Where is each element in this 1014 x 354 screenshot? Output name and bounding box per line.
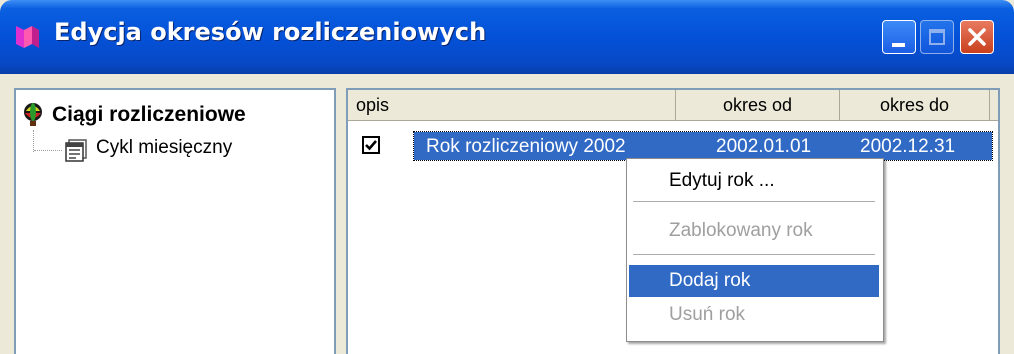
tree-panel[interactable]: Ciągi rozliczeniowe Cykl miesięczny xyxy=(14,88,336,354)
close-button[interactable] xyxy=(960,20,994,54)
menu-item-delete-year: Usuń rok xyxy=(669,304,746,325)
maximize-button[interactable] xyxy=(920,20,954,54)
column-header-opis[interactable]: opis xyxy=(348,90,676,120)
column-header-okres-do[interactable]: okres do xyxy=(840,90,990,120)
menu-item-locked-year: Zablokowany rok xyxy=(669,220,813,241)
tree-child-item[interactable]: Cykl miesięczny xyxy=(96,137,232,159)
tree-root-label: Ciągi rozliczeniowe xyxy=(52,103,246,126)
checkmark-icon xyxy=(365,140,377,151)
minimize-button[interactable] xyxy=(882,20,916,54)
row-checkbox[interactable] xyxy=(362,136,380,154)
window-title: Edycja okresów rozliczeniowych xyxy=(54,18,487,46)
column-header-okres-od[interactable]: okres od xyxy=(676,90,840,120)
tree-connector xyxy=(34,150,62,151)
balloon-icon xyxy=(24,103,42,126)
title-bar[interactable]: Edycja okresów rozliczeniowych xyxy=(0,0,1014,74)
calendar-icon xyxy=(65,139,87,162)
app-icon xyxy=(16,26,39,48)
tree-connector xyxy=(33,130,34,152)
context-menu: Edytuj rok ... Zablokowany rok Dodaj rok… xyxy=(626,158,884,342)
maximize-icon xyxy=(929,29,945,45)
menu-item-add-year[interactable]: Dodaj rok xyxy=(629,265,879,297)
list-header: opis okres od okres do xyxy=(348,90,998,121)
tree-root-item[interactable]: Ciągi rozliczeniowe xyxy=(22,102,246,128)
menu-separator xyxy=(633,254,875,255)
row-okres-od: 2002.01.01 xyxy=(716,136,812,157)
row-okres-do: 2002.12.31 xyxy=(860,136,956,157)
close-icon xyxy=(968,28,986,46)
menu-item-edit-year[interactable]: Edytuj rok ... xyxy=(629,165,879,197)
row-opis: Rok rozliczeniowy 2002 xyxy=(426,136,626,157)
minimize-icon xyxy=(892,43,905,47)
menu-separator xyxy=(633,201,875,202)
